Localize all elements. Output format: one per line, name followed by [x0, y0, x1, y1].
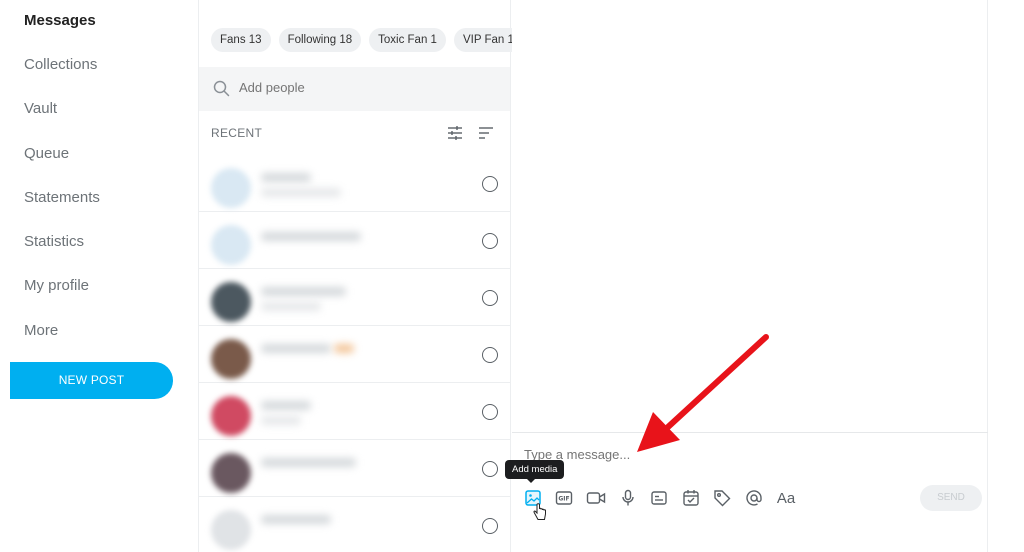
filter-chips: Fans 13 Following 18 Toxic Fan 1 VIP Fan… — [211, 28, 523, 52]
poll-icon[interactable] — [648, 487, 670, 509]
search-icon — [213, 80, 230, 102]
sidebar: Messages Collections Vault Queue Stateme… — [0, 0, 198, 552]
avatar — [211, 453, 251, 493]
filter-icon[interactable] — [447, 125, 463, 146]
send-button[interactable]: SEND — [920, 485, 982, 511]
conversation-pane — [512, 0, 988, 552]
video-icon[interactable] — [585, 487, 607, 509]
select-radio[interactable] — [482, 404, 498, 420]
chat-row[interactable] — [199, 326, 510, 383]
sort-icon[interactable] — [478, 125, 494, 146]
mention-icon[interactable] — [743, 487, 765, 509]
sidebar-item-queue[interactable]: Queue — [24, 145, 69, 162]
text-format-icon[interactable]: Aa — [775, 487, 797, 509]
select-radio[interactable] — [482, 461, 498, 477]
add-media-tooltip: Add media — [505, 460, 565, 483]
sidebar-item-vault[interactable]: Vault — [24, 100, 57, 117]
hand-cursor-icon — [533, 503, 547, 526]
select-radio[interactable] — [482, 347, 498, 363]
chip-fans[interactable]: Fans 13 — [211, 28, 271, 52]
chat-row[interactable] — [199, 155, 510, 212]
select-radio[interactable] — [482, 518, 498, 534]
svg-text:GIF: GIF — [558, 496, 569, 503]
price-tag-icon[interactable] — [711, 487, 733, 509]
sidebar-item-statements[interactable]: Statements — [24, 189, 100, 206]
composer-divider — [512, 432, 988, 433]
chat-row[interactable] — [199, 212, 510, 269]
chip-following[interactable]: Following 18 — [278, 28, 362, 52]
schedule-icon[interactable] — [680, 487, 702, 509]
add-people-input[interactable] — [239, 80, 489, 95]
sidebar-item-my-profile[interactable]: My profile — [24, 277, 89, 294]
new-post-button[interactable]: NEW POST — [10, 362, 173, 399]
chat-row[interactable] — [199, 440, 510, 497]
avatar — [211, 510, 251, 550]
chat-row[interactable] — [199, 497, 510, 552]
avatar — [211, 168, 251, 208]
avatar — [211, 225, 251, 265]
select-radio[interactable] — [482, 176, 498, 192]
sidebar-item-statistics[interactable]: Statistics — [24, 233, 84, 250]
microphone-icon[interactable] — [617, 487, 639, 509]
chat-list-panel: Fans 13 Following 18 Toxic Fan 1 VIP Fan… — [198, 0, 523, 552]
recent-label: RECENT — [211, 126, 263, 140]
sidebar-item-collections[interactable]: Collections — [24, 56, 97, 73]
add-people-search — [199, 67, 510, 111]
sidebar-item-more[interactable]: More — [24, 322, 58, 339]
avatar — [211, 282, 251, 322]
chat-row[interactable] — [199, 383, 510, 440]
chip-toxic-fan[interactable]: Toxic Fan 1 — [369, 28, 446, 52]
sidebar-item-messages[interactable]: Messages — [24, 12, 96, 29]
avatar — [211, 396, 251, 436]
select-radio[interactable] — [482, 290, 498, 306]
gif-icon[interactable]: GIF — [553, 487, 575, 509]
message-input[interactable] — [524, 447, 904, 462]
chat-row[interactable] — [199, 269, 510, 326]
avatar — [211, 339, 251, 379]
select-radio[interactable] — [482, 233, 498, 249]
